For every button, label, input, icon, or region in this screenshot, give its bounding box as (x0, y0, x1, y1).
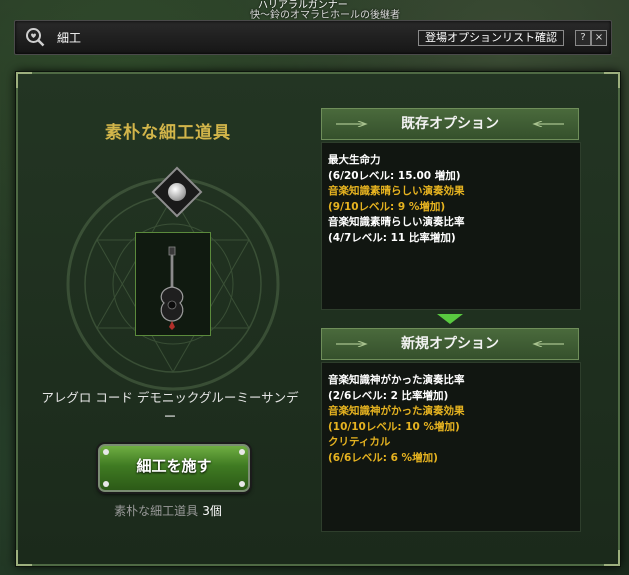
existing-options-title: 既存オプション (401, 116, 499, 132)
search-icon[interactable] (25, 27, 45, 47)
craft-button[interactable]: 細工を施す (98, 444, 250, 492)
existing-options-list: 最大生命力 (6/20レベル: 15.00 増加) 音楽知識素晴らしい演奏効果 (9/… (322, 143, 580, 256)
help-button[interactable]: ? (575, 30, 591, 46)
option-line: 音楽知識神がかった演奏比率 (328, 374, 465, 386)
crafting-panel: 素朴な細工道具 アレグロ コード デモニックグルーミーサンデー 細工を施す 素朴… (16, 72, 620, 566)
frame-corner (604, 550, 620, 566)
button-rivet-icon (103, 449, 109, 455)
existing-options-header: 既存オプション (321, 108, 579, 140)
guitar-item-icon (160, 246, 184, 330)
tool-column: 素朴な細工道具 アレグロ コード デモニックグルーミーサンデー 細工を施す 素朴… (18, 74, 318, 564)
option-line: (2/6レベル: 2 比率増加) (328, 389, 449, 402)
ornament-left-icon (336, 341, 368, 347)
item-slot[interactable] (135, 232, 211, 336)
ornament-left-icon (336, 121, 368, 127)
close-button[interactable]: × (591, 30, 607, 46)
craft-button-label: 細工を施す (136, 457, 212, 475)
option-line: 音楽知識素晴らしい演奏効果 (328, 185, 465, 197)
option-line: (10/10レベル: 10 %増加) (328, 420, 460, 433)
tool-title: 素朴な細工道具 (105, 123, 231, 143)
down-arrow-icon (437, 314, 463, 324)
existing-options-box: 最大生命力 (6/20レベル: 15.00 増加) 音楽知識素晴らしい演奏効果 (9/… (321, 142, 581, 310)
new-options-list: 音楽知識神がかった演奏比率 (2/6レベル: 2 比率増加) 音楽知識神がかった演奏… (322, 363, 580, 476)
button-rivet-icon (239, 449, 245, 455)
option-line: (9/10レベル: 9 %増加) (328, 200, 446, 213)
option-line: 音楽知識神がかった演奏効果 (328, 405, 465, 417)
option-line: (6/20レベル: 15.00 増加) (328, 169, 461, 182)
option-line: (4/7レベル: 11 比率増加) (328, 231, 456, 244)
option-line: クリティカル (328, 436, 391, 448)
option-list-button[interactable]: 登場オプションリスト確認 (418, 30, 564, 46)
new-options-box: 音楽知識神がかった演奏比率 (2/6レベル: 2 比率増加) 音楽知識神がかった演奏… (321, 362, 581, 532)
material-label: 素朴な細工道具 (114, 504, 199, 518)
moon-orb-icon (168, 183, 186, 201)
character-title: 快～鈴のオマラヒホールの後継者 (250, 10, 400, 21)
search-bar: 細工 登場オプションリスト確認 ? × (14, 20, 612, 55)
frame-corner (604, 72, 620, 88)
button-rivet-icon (239, 481, 245, 487)
material-count: 素朴な細工道具 3個 (18, 502, 318, 519)
ornament-right-icon (532, 341, 564, 347)
new-options-title: 新規オプション (401, 336, 499, 352)
item-name: アレグロ コード デモニックグルーミーサンデー (41, 390, 299, 424)
option-line: 最大生命力 (328, 154, 381, 166)
new-options-header: 新規オプション (321, 328, 579, 360)
material-quantity: 3個 (202, 504, 222, 518)
ornament-right-icon (532, 121, 564, 127)
option-line: (6/6レベル: 6 %増加) (328, 451, 438, 464)
option-line: 音楽知識素晴らしい演奏比率 (328, 216, 465, 228)
button-rivet-icon (103, 481, 109, 487)
search-input[interactable]: 細工 (57, 29, 81, 46)
